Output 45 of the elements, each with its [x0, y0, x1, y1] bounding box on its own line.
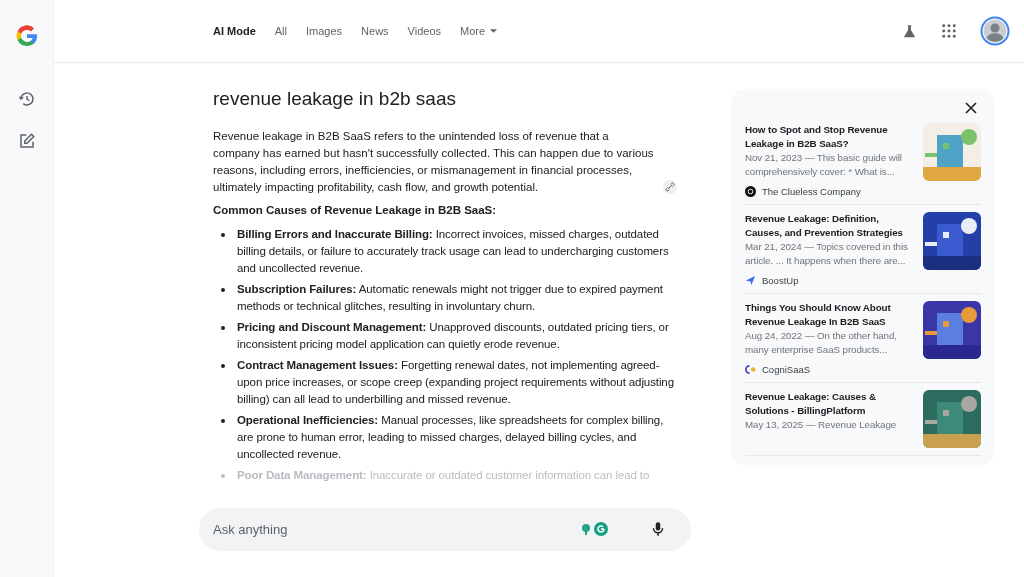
source-title[interactable]: Revenue Leakage: Definition, Causes, and Prevention Strategies [745, 212, 917, 239]
source-title[interactable]: How to Spot and Stop Revenue Leakage in B2B SaaS? [745, 123, 917, 150]
extension-icons[interactable] [579, 521, 609, 537]
google-logo-icon[interactable] [14, 24, 39, 48]
bullet-icon [221, 474, 225, 478]
section-heading: Common Causes of Revenue Leakage in B2B SaaS: [213, 203, 498, 218]
nav-tab[interactable]: AI Mode [213, 25, 256, 37]
nav-tab[interactable]: More [460, 25, 498, 37]
new-chat-icon[interactable] [17, 132, 36, 150]
ask-field[interactable]: Ask anything [199, 508, 691, 551]
source-snippet: May 13, 2025 — Revenue Leakage [745, 418, 898, 432]
list-item-text: Billing Errors and Inaccurate Billing: Incorrect invoices, missed charges, outdated billing details, or failure to accurately track usage can lead to undercharging customers and uncollected revenue. [237, 227, 670, 276]
flask-icon[interactable] [901, 22, 918, 40]
bullet-icon [221, 364, 225, 368]
list-item-text: Poor Data Management: Inaccurate or outdated customer information can lead to [237, 468, 650, 483]
query-heading: revenue leakage in b2b saas [213, 88, 457, 110]
history-icon[interactable] [17, 90, 36, 108]
site-name[interactable]: BoostUp [762, 275, 799, 286]
list-item-text: Pricing and Discount Management: Unapproved discounts, outdated pricing tiers, or inconsistent pricing model application can quietly erode revenue. [237, 320, 670, 352]
site-logo-icon [745, 275, 756, 286]
list-item-text: Operational Inefficiencies: Manual processes, like spreadsheets for complex billing, are prone to human error, leading to missed charges, delayed billing cycles, and uncollected revenue. [237, 413, 665, 462]
avatar[interactable] [980, 16, 1010, 46]
nav-tab[interactable]: News [361, 25, 389, 37]
bullet-icon [221, 233, 225, 237]
nav-tab[interactable]: Images [306, 25, 343, 37]
site-logo-icon [745, 364, 756, 375]
source-snippet: Nov 21, 2023 — This basic guide will comprehensively cover: * What is... [745, 151, 903, 178]
source-title[interactable]: Things You Should Know About Revenue Leakage In B2B SaaS [745, 301, 917, 328]
site-logo-icon [745, 186, 756, 197]
source-title[interactable]: Revenue Leakage: Causes & Solutions - BillingPlatform [745, 390, 917, 417]
bullet-icon [221, 326, 225, 330]
list-item-text: Subscription Failures: Automatic renewals might not trigger due to expired payment methods or technical glitches, resulting in involuntary churn. [237, 282, 664, 314]
source-snippet: Mar 21, 2024 — Topics covered in this article. ... It happens when there are... [745, 240, 909, 267]
close-icon[interactable] [965, 102, 977, 114]
site-name[interactable]: The Clueless Company [762, 186, 861, 197]
apps-grid-icon[interactable] [942, 24, 956, 38]
source-snippet: Aug 24, 2022 — On the other hand, many enterprise SaaS products... [745, 329, 898, 356]
nav-tab[interactable]: Videos [407, 25, 442, 37]
list-item-text: Contract Management Issues: Forgetting renewal dates, not implementing agreed-upon price increases, or scope creep (expanding project requirements without adjusting billing) can all lead to underbilling and missed revenue. [237, 358, 675, 407]
bullet-icon [221, 419, 225, 423]
site-name[interactable]: CogniSaaS [762, 364, 811, 375]
intro-paragraph: Revenue leakage in B2B SaaS refers to the unintended loss of revenue that a company has earned but hasn't successfully collected. This can happen due to various reasons, including errors, inefficiencies, or mismanagement in financial processes, ultimately impacting profitability, cash flow, and growth potential. [213, 129, 655, 195]
nav-tab[interactable]: All [274, 25, 287, 37]
link-icon[interactable] [663, 180, 677, 194]
bullet-icon [221, 288, 225, 292]
